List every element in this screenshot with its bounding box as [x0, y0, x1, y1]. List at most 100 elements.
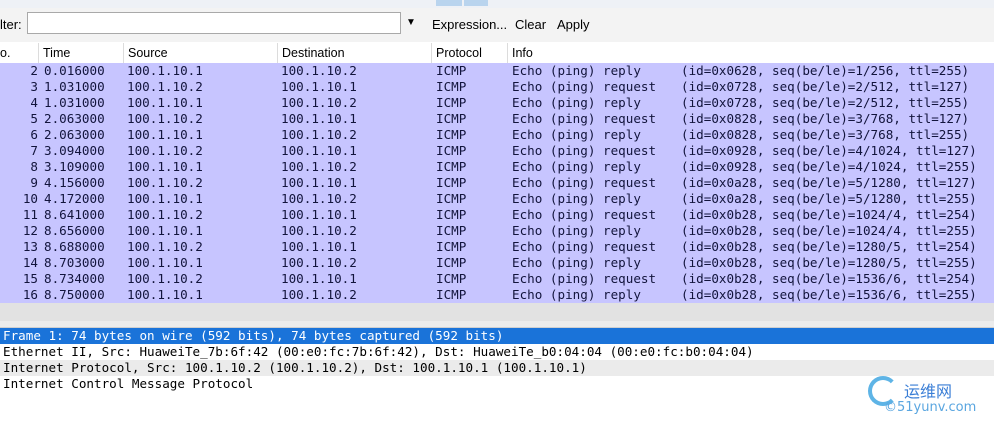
cell-proto: ICMP	[436, 255, 467, 270]
cell-detail: (id=0x0928, seq(be/le)=4/1024, ttl=255)	[681, 159, 977, 174]
column-header-info[interactable]: Info	[507, 43, 994, 63]
table-row[interactable]: 3 1.031000 100.1.10.2 100.1.10.1 ICMP Echo (p…	[0, 79, 994, 95]
cell-info: Echo (ping) request	[512, 111, 657, 126]
detail-frame[interactable]: Frame 1: 74 bytes on wire (592 bits), 74…	[0, 328, 994, 344]
table-row[interactable]: 16 8.750000 100.1.10.1 100.1.10.2 ICMP Echo (…	[0, 287, 994, 303]
cell-no: 8	[30, 159, 38, 174]
cell-proto: ICMP	[436, 191, 467, 206]
cell-dst: 100.1.10.2	[281, 127, 357, 142]
cell-info: Echo (ping) reply	[512, 223, 641, 238]
table-row[interactable]: 13 8.688000 100.1.10.2 100.1.10.1 ICMP Echo (…	[0, 239, 994, 255]
cell-proto: ICMP	[436, 127, 467, 142]
cell-detail: (id=0x0728, seq(be/le)=2/512, ttl=255)	[681, 95, 970, 110]
cell-src: 100.1.10.1	[127, 223, 203, 238]
detail-ip[interactable]: Internet Protocol, Src: 100.1.10.2 (100.…	[0, 360, 994, 376]
cell-dst: 100.1.10.1	[281, 207, 357, 222]
cell-detail: (id=0x0828, seq(be/le)=3/768, ttl=255)	[681, 127, 970, 142]
packet-list-scroll-area[interactable]	[0, 303, 994, 321]
table-row[interactable]: 14 8.703000 100.1.10.1 100.1.10.2 ICMP Echo (…	[0, 255, 994, 271]
table-row[interactable]: 7 3.094000 100.1.10.2 100.1.10.1 ICMP Echo (p…	[0, 143, 994, 159]
clear-button[interactable]: Clear	[515, 17, 546, 32]
cell-info: Echo (ping) reply	[512, 287, 641, 302]
packet-list-header: o. Time Source Destination Protocol Info	[0, 43, 994, 64]
table-row[interactable]: 9 4.156000 100.1.10.2 100.1.10.1 ICMP Echo (p…	[0, 175, 994, 191]
cell-dst: 100.1.10.1	[281, 239, 357, 254]
table-row[interactable]: 12 8.656000 100.1.10.1 100.1.10.2 ICMP Echo (…	[0, 223, 994, 239]
table-row[interactable]: 2 0.016000 100.1.10.1 100.1.10.2 ICMP Echo (p…	[0, 63, 994, 79]
cell-detail: (id=0x0828, seq(be/le)=3/768, ttl=127)	[681, 111, 970, 126]
table-row[interactable]: 8 3.109000 100.1.10.1 100.1.10.2 ICMP Echo (p…	[0, 159, 994, 175]
cell-no: 12	[22, 223, 38, 238]
cell-time: 2.063000	[44, 127, 105, 142]
toolbar-tab-indicator[interactable]	[464, 0, 488, 6]
cell-dst: 100.1.10.2	[281, 287, 357, 302]
cell-proto: ICMP	[436, 223, 467, 238]
cell-src: 100.1.10.2	[127, 79, 203, 94]
watermark-logo: 运维网 ©51yunv.com	[860, 374, 994, 424]
cell-detail: (id=0x0b28, seq(be/le)=1536/6, ttl=254)	[681, 271, 977, 286]
cell-info: Echo (ping) request	[512, 143, 657, 158]
cell-time: 2.063000	[44, 111, 105, 126]
cell-time: 3.109000	[44, 159, 105, 174]
cell-time: 1.031000	[44, 79, 105, 94]
cell-dst: 100.1.10.2	[281, 223, 357, 238]
column-header-time[interactable]: Time	[38, 43, 123, 63]
filter-input[interactable]	[27, 12, 401, 34]
cell-detail: (id=0x0b28, seq(be/le)=1024/4, ttl=254)	[681, 207, 977, 222]
cell-detail: (id=0x0a28, seq(be/le)=5/1280, ttl=127)	[681, 175, 977, 190]
cell-no: 14	[22, 255, 38, 270]
cell-src: 100.1.10.2	[127, 111, 203, 126]
pane-splitter[interactable]	[0, 321, 994, 328]
cell-dst: 100.1.10.1	[281, 111, 357, 126]
column-header-no[interactable]: o.	[0, 43, 38, 63]
cell-src: 100.1.10.1	[127, 191, 203, 206]
cell-proto: ICMP	[436, 159, 467, 174]
cell-proto: ICMP	[436, 79, 467, 94]
cell-src: 100.1.10.2	[127, 175, 203, 190]
table-row[interactable]: 6 2.063000 100.1.10.1 100.1.10.2 ICMP Echo (p…	[0, 127, 994, 143]
table-row[interactable]: 5 2.063000 100.1.10.2 100.1.10.1 ICMP Echo (p…	[0, 111, 994, 127]
cell-no: 10	[22, 191, 38, 206]
cell-dst: 100.1.10.2	[281, 159, 357, 174]
cell-no: 11	[22, 207, 38, 222]
cell-time: 1.031000	[44, 95, 105, 110]
column-header-protocol[interactable]: Protocol	[431, 43, 507, 63]
table-row[interactable]: 11 8.641000 100.1.10.2 100.1.10.1 ICMP Echo (…	[0, 207, 994, 223]
cell-detail: (id=0x0928, seq(be/le)=4/1024, ttl=127)	[681, 143, 977, 158]
cell-src: 100.1.10.1	[127, 287, 203, 302]
cell-dst: 100.1.10.2	[281, 255, 357, 270]
table-row[interactable]: 4 1.031000 100.1.10.1 100.1.10.2 ICMP Echo (p…	[0, 95, 994, 111]
cell-dst: 100.1.10.1	[281, 271, 357, 286]
cell-time: 8.641000	[44, 207, 105, 222]
cell-info: Echo (ping) reply	[512, 255, 641, 270]
cell-no: 9	[30, 175, 38, 190]
cell-no: 4	[30, 95, 38, 110]
cell-info: Echo (ping) request	[512, 239, 657, 254]
cell-detail: (id=0x0b28, seq(be/le)=1280/5, ttl=255)	[681, 255, 977, 270]
table-row[interactable]: 15 8.734000 100.1.10.2 100.1.10.1 ICMP Echo (…	[0, 271, 994, 287]
cell-time: 8.734000	[44, 271, 105, 286]
top-toolbar-strip	[0, 0, 994, 8]
cell-time: 0.016000	[44, 63, 105, 78]
expression-button[interactable]: Expression...	[432, 17, 507, 32]
cell-no: 6	[30, 127, 38, 142]
column-header-destination[interactable]: Destination	[277, 43, 431, 63]
filter-dropdown-icon[interactable]: ▼	[406, 17, 416, 28]
cell-src: 100.1.10.1	[127, 127, 203, 142]
cell-proto: ICMP	[436, 175, 467, 190]
filter-label: lter:	[0, 17, 22, 32]
table-row[interactable]: 10 4.172000 100.1.10.1 100.1.10.2 ICMP Echo (…	[0, 191, 994, 207]
column-header-source[interactable]: Source	[123, 43, 277, 63]
cell-src: 100.1.10.1	[127, 63, 203, 78]
cell-info: Echo (ping) reply	[512, 159, 641, 174]
detail-icmp[interactable]: Internet Control Message Protocol	[0, 376, 994, 392]
cell-time: 8.656000	[44, 223, 105, 238]
cell-time: 8.688000	[44, 239, 105, 254]
cell-proto: ICMP	[436, 271, 467, 286]
cell-no: 13	[22, 239, 38, 254]
detail-ethernet[interactable]: Ethernet II, Src: HuaweiTe_7b:6f:42 (00:…	[0, 344, 994, 360]
apply-button[interactable]: Apply	[557, 17, 590, 32]
cell-src: 100.1.10.2	[127, 239, 203, 254]
cell-detail: (id=0x0b28, seq(be/le)=1024/4, ttl=255)	[681, 223, 977, 238]
toolbar-tab-indicator[interactable]	[436, 0, 462, 6]
